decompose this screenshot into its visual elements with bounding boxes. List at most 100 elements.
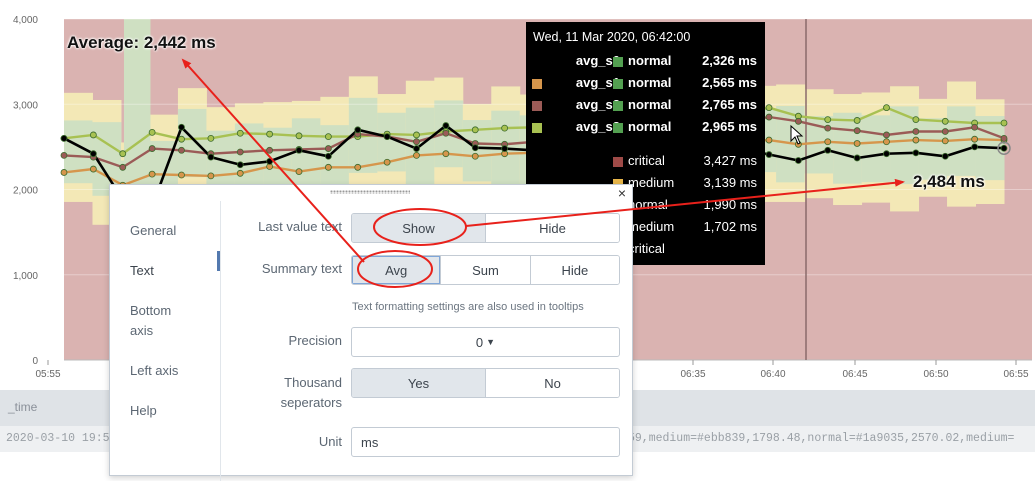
- data-point-avg_s3: [824, 116, 832, 123]
- last-value-text-toggle: Show Hide: [351, 213, 620, 243]
- level-swatch: [613, 101, 623, 111]
- summary-avg-button[interactable]: Avg: [352, 256, 441, 284]
- data-point-avg_s3: [853, 117, 861, 124]
- x-tick-label: 06:40: [760, 369, 785, 380]
- data-point-avg_s2: [1000, 134, 1008, 142]
- data-point-avg_s0: [178, 123, 185, 131]
- data-point-avg_s2: [324, 145, 332, 152]
- tooltip-value: 1,702 ms: [703, 219, 757, 234]
- tooltip-level: medium: [628, 175, 675, 190]
- summary-text-label: Summary text: [261, 261, 342, 276]
- data-point-avg_s1: [765, 136, 773, 144]
- data-point-avg_s3: [148, 128, 156, 136]
- y-tick-label: 2,000: [13, 186, 38, 197]
- nav-item-general[interactable]: General: [130, 221, 176, 241]
- tooltip-value: 2,565 ms: [702, 75, 757, 90]
- data-point-avg_s0: [236, 161, 244, 169]
- average-annotation: Average: 2,442 ms: [67, 33, 216, 52]
- thousand-no-button[interactable]: No: [485, 369, 619, 397]
- data-point-avg_s2: [148, 145, 156, 152]
- tooltip-level: critical: [628, 241, 665, 256]
- data-point-avg_s0: [295, 146, 303, 154]
- data-point-avg_s0: [266, 157, 274, 165]
- precision-value: 0: [475, 334, 484, 350]
- nav-item-help[interactable]: Help: [130, 401, 157, 421]
- data-point-avg_s2: [60, 151, 68, 159]
- data-point-avg_s3: [912, 116, 920, 123]
- summary-hide-button[interactable]: Hide: [529, 256, 619, 284]
- data-point-avg_s1: [60, 169, 68, 176]
- y-tick-label: 1,000: [13, 271, 38, 282]
- tooltip-level: normal: [628, 119, 672, 134]
- nav-item-left-axis[interactable]: Left axis: [130, 361, 178, 381]
- tooltip-level: medium: [628, 219, 675, 234]
- tooltip-level: normal: [628, 197, 668, 212]
- tooltip-value: 2,326 ms: [702, 53, 757, 68]
- data-point-avg_s3: [178, 135, 185, 143]
- thousand-separators-label: Thousand seperators: [280, 375, 342, 410]
- data-point-avg_s3: [765, 104, 773, 112]
- data-point-avg_s0: [383, 133, 391, 141]
- data-point-avg_s1: [442, 150, 450, 158]
- data-point-avg_s3: [413, 131, 420, 139]
- level-swatch: [613, 57, 623, 67]
- series-swatch: [532, 79, 542, 89]
- caret-down-icon: ▼: [486, 337, 496, 347]
- data-point-avg_s1: [295, 168, 303, 175]
- last-value-show-button[interactable]: Show: [352, 214, 485, 242]
- data-point-avg_s2: [794, 117, 802, 125]
- data-point-avg_s1: [236, 169, 244, 177]
- normal-band: [177, 108, 207, 178]
- level-swatch: [613, 157, 623, 167]
- thousand-yes-button[interactable]: Yes: [352, 369, 485, 397]
- tooltip-title: Wed, 11 Mar 2020, 06:42:00: [533, 30, 691, 44]
- data-point-avg_s0: [824, 146, 832, 154]
- data-point-avg_s1: [383, 158, 391, 166]
- tooltip-level: normal: [628, 75, 672, 90]
- unit-label: Unit: [318, 434, 342, 449]
- data-point-avg_s2: [442, 129, 450, 137]
- data-point-avg_s2: [178, 146, 185, 154]
- data-point-avg_s1: [178, 171, 185, 179]
- x-tick-label: 06:55: [1003, 369, 1028, 380]
- summary-text-toggle: Avg Sum Hide: [351, 255, 620, 285]
- data-point-avg_s2: [912, 128, 920, 135]
- nav-item-text[interactable]: Text: [130, 261, 154, 281]
- precision-dropdown[interactable]: 0 ▼: [351, 327, 620, 357]
- data-point-avg_s1: [471, 152, 479, 160]
- nav-item-bottom-axis[interactable]: Bottom axis: [130, 301, 190, 341]
- y-tick-label: 0: [32, 356, 38, 367]
- data-point-avg_s0: [971, 143, 979, 151]
- data-point-avg_s2: [413, 138, 420, 146]
- data-point-avg_s2: [236, 148, 244, 156]
- data-point-avg_s3: [1000, 119, 1008, 127]
- data-point-avg_s0: [941, 152, 949, 160]
- precision-label: Precision: [288, 333, 342, 348]
- data-point-avg_s0: [853, 154, 861, 162]
- series-swatch: [532, 101, 542, 111]
- last-value-hide-button[interactable]: Hide: [485, 214, 619, 242]
- close-icon[interactable]: ×: [618, 185, 626, 201]
- column-time-header[interactable]: _time: [8, 400, 37, 414]
- series-swatch: [532, 123, 542, 133]
- data-point-avg_s0: [354, 126, 362, 134]
- data-point-avg_s1: [207, 172, 215, 180]
- tooltip-value: 3,139 ms: [703, 175, 757, 190]
- data-point-avg_s0: [442, 122, 450, 129]
- data-point-avg_s3: [501, 124, 509, 132]
- summary-sum-button[interactable]: Sum: [440, 256, 530, 284]
- thousand-separators-toggle: Yes No: [351, 368, 620, 398]
- normal-band: [405, 107, 435, 189]
- settings-nav: General Text Bottom axis Left axis Help: [110, 201, 221, 481]
- data-point-avg_s1: [824, 138, 832, 146]
- tooltip-row: avg_s2 normal 2,765 ms: [526, 97, 765, 117]
- data-point-avg_s0: [501, 145, 509, 152]
- data-point-avg_s0: [471, 144, 479, 152]
- x-tick-label: 06:35: [680, 369, 705, 380]
- x-tick-label: 05:55: [35, 369, 60, 380]
- data-point-avg_s2: [266, 146, 274, 154]
- data-point-avg_s3: [89, 131, 97, 139]
- data-point-avg_s2: [853, 127, 861, 135]
- unit-input[interactable]: [351, 427, 620, 457]
- drag-handle[interactable]: [330, 190, 410, 194]
